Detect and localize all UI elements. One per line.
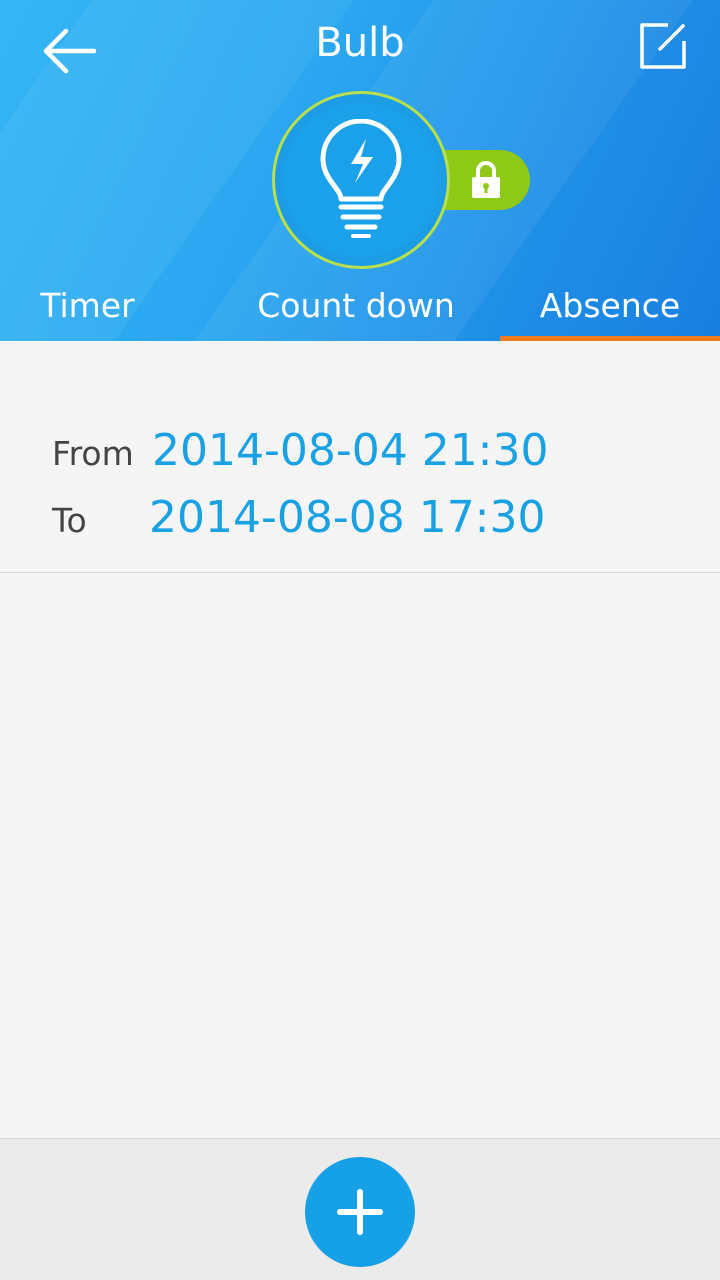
- tab-timer[interactable]: Timer: [0, 270, 175, 341]
- to-datetime[interactable]: 2014-08-08 17:30: [149, 492, 546, 543]
- absence-range-panel: From 2014-08-04 21:30 To 2014-08-08 17:3…: [0, 341, 720, 573]
- plus-icon: [337, 1189, 383, 1235]
- to-row: To 2014-08-08 17:30: [52, 492, 546, 543]
- from-datetime[interactable]: 2014-08-04 21:30: [152, 425, 549, 476]
- tab-count-down[interactable]: Count down: [236, 270, 476, 341]
- lock-toggle[interactable]: [440, 150, 530, 210]
- device-status-circle[interactable]: [272, 91, 450, 269]
- tab-absence[interactable]: Absence: [500, 270, 720, 341]
- page-title: Bulb: [315, 20, 405, 66]
- header: Bulb Timer Count down Absence: [0, 0, 720, 341]
- lock-icon: [472, 161, 500, 198]
- add-button[interactable]: [305, 1157, 415, 1267]
- from-label: From: [52, 434, 134, 473]
- to-label: To: [52, 501, 87, 540]
- lightbulb-icon: [320, 119, 402, 238]
- edit-button[interactable]: [630, 12, 696, 78]
- from-row: From 2014-08-04 21:30: [52, 425, 549, 476]
- edit-square-icon: [640, 23, 686, 69]
- tab-bar: Timer Count down Absence: [0, 270, 720, 341]
- device-icon-container: [283, 102, 439, 258]
